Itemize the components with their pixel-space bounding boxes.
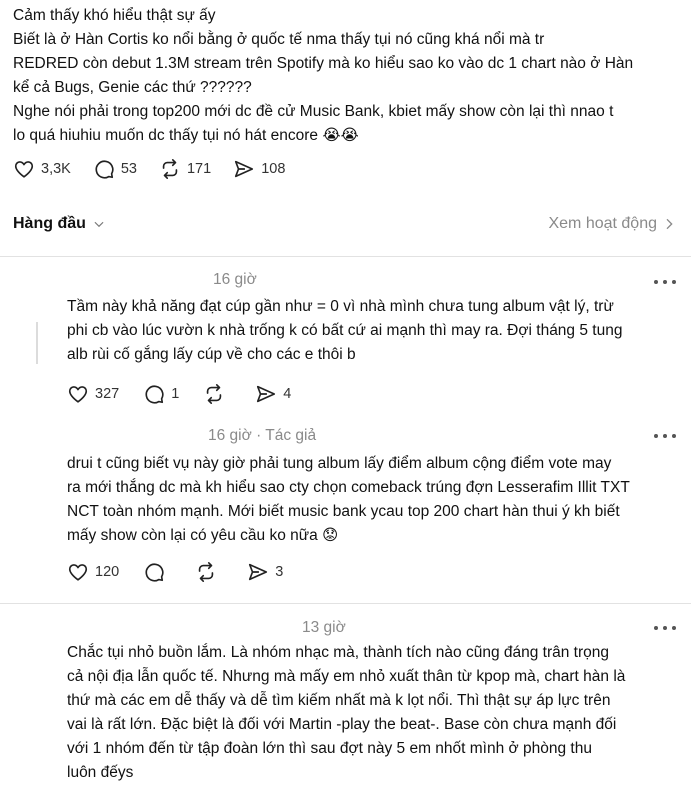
repost-button[interactable] [195, 561, 223, 583]
post-line: Biết là ở Hàn Cortis ko nổi bằng ở quốc … [13, 31, 545, 48]
comment-bubble-icon [143, 383, 165, 405]
view-activity-label: Xem hoạt động [548, 215, 657, 232]
like-button[interactable]: 120 [67, 561, 119, 583]
more-dots-icon[interactable] [653, 277, 677, 287]
heart-icon [67, 561, 89, 583]
divider [0, 603, 691, 604]
reply-line: ra mới thắng dc mà kh hiểu sao cty chọn … [67, 479, 630, 496]
repost-arrows-icon [159, 158, 181, 180]
share-button[interactable]: 4 [255, 383, 291, 405]
sort-dropdown[interactable]: Hàng đầu [13, 215, 106, 233]
reply-line: drui t cũng biết vụ này giờ phải tung al… [67, 455, 612, 472]
like-count: 3,3K [41, 161, 71, 177]
post-line: Nghe nói phải trong top200 mới dc đề cử … [13, 103, 614, 120]
reply-line: vai là rất lớn. Đặc biệt là đối với Mart… [67, 716, 617, 733]
reply-line: với 1 nhóm đến từ tập đoàn lớn thì sau đ… [67, 740, 592, 757]
reply-actions: 120 3 [67, 561, 305, 583]
reply-timestamp: 13 giờ [302, 619, 346, 636]
reply-line: phi cb vào lúc vườn k nhà trống k có bất… [67, 322, 623, 339]
share-count: 108 [261, 161, 286, 177]
send-icon [233, 158, 255, 180]
chevron-down-icon [94, 221, 104, 228]
reply-timestamp: 16 giờ [213, 271, 257, 288]
reply-line: cả nội địa lẫn quốc tế. Nhưng mà mấy em … [67, 668, 626, 685]
reply-body: drui t cũng biết vụ này giờ phải tung al… [67, 452, 682, 548]
reply-line: Chắc tụi nhỏ buồn lắm. Là nhóm nhạc mà, … [67, 644, 610, 661]
heart-icon [67, 383, 89, 405]
chevron-right-icon [666, 218, 673, 230]
repost-button[interactable] [203, 383, 231, 405]
divider [0, 256, 691, 257]
share-button[interactable]: 108 [233, 158, 285, 180]
like-count: 327 [95, 386, 120, 402]
reply-line: alb rùi cố gắng lấy cúp về cho các e thô… [67, 346, 356, 363]
more-dots-icon[interactable] [653, 431, 677, 441]
sort-bar: Hàng đầu Xem hoạt động [0, 208, 691, 244]
sort-label: Hàng đầu [13, 215, 86, 232]
like-count: 120 [95, 564, 120, 580]
like-button[interactable]: 3,3K [13, 158, 71, 180]
post-line: lo quá hiuhiu muốn dc thấy tụi nó hát en… [13, 127, 359, 144]
repost-arrows-icon [195, 561, 217, 583]
reply-timestamp: 16 giờ · Tác giả [208, 427, 317, 444]
reply-actions: 327 1 4 [67, 383, 313, 405]
thread-line [36, 322, 38, 364]
post-line: Cảm thấy khó hiểu thật sự ấy [13, 7, 216, 24]
comment-bubble-icon [143, 561, 165, 583]
post-body: Cảm thấy khó hiểu thật sự ấy Biết là ở H… [13, 4, 683, 148]
share-count: 3 [275, 564, 284, 580]
repost-arrows-icon [203, 383, 225, 405]
view-activity-link[interactable]: Xem hoạt động [548, 215, 677, 233]
comment-count: 1 [171, 386, 180, 402]
reply-line: Tầm này khả năng đạt cúp gần như = 0 vì … [67, 298, 614, 315]
repost-button[interactable]: 171 [159, 158, 211, 180]
reply-body: Tầm này khả năng đạt cúp gần như = 0 vì … [67, 295, 682, 367]
more-dots-icon[interactable] [653, 623, 677, 633]
reply-line: NCT toàn nhóm mạnh. Mới biết music bank … [67, 503, 620, 520]
comment-bubble-icon [93, 158, 115, 180]
heart-icon [13, 158, 35, 180]
send-icon [247, 561, 269, 583]
comment-count: 53 [120, 161, 137, 177]
reply-body: Chắc tụi nhỏ buồn lắm. Là nhóm nhạc mà, … [67, 641, 682, 785]
repost-count: 171 [186, 161, 212, 177]
send-icon [255, 383, 277, 405]
reply-line: thứ mà các em dễ thấy và dễ tìm kiếm nhấ… [67, 692, 611, 709]
post-actions: 3,3K 53 171 108 [13, 158, 307, 180]
comment-button[interactable]: 53 [93, 158, 137, 180]
share-button[interactable]: 3 [247, 561, 283, 583]
post-line: REDRED còn debut 1.3M stream trên Spotif… [13, 55, 634, 72]
share-count: 4 [283, 386, 292, 402]
post-line: kể cả Bugs, Genie các thứ ?????? [13, 79, 252, 96]
comment-button[interactable]: 1 [143, 383, 179, 405]
comment-button[interactable] [143, 561, 171, 583]
reply-line: mấy show còn lại có yêu cầu ko nữa 😟 [67, 527, 339, 544]
like-button[interactable]: 327 [67, 383, 119, 405]
reply-line: luôn đếys [67, 764, 134, 781]
